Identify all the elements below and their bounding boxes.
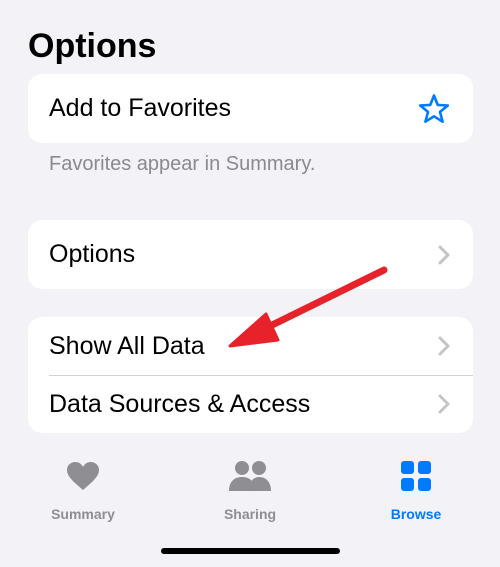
options-card: Options [28,220,473,289]
data-card: Show All Data Data Sources & Access [28,317,473,433]
chevron-right-icon [437,244,451,266]
star-icon[interactable] [417,92,451,126]
add-to-favorites-row[interactable]: Add to Favorites [28,74,473,143]
show-all-data-row[interactable]: Show All Data [28,317,473,375]
home-indicator[interactable] [161,548,340,554]
people-icon [228,450,272,502]
chevron-right-icon [437,335,451,357]
heart-icon [66,450,100,502]
add-to-favorites-label: Add to Favorites [49,94,232,122]
favorites-card: Add to Favorites [28,74,473,143]
tab-browse[interactable]: Browse [356,450,476,522]
section-title: Options [28,27,157,65]
options-label: Options [49,240,136,268]
show-all-data-label: Show All Data [49,331,205,360]
data-sources-access-label: Data Sources & Access [49,389,311,418]
tab-browse-label: Browse [390,506,442,522]
options-row[interactable]: Options [28,220,473,289]
tab-sharing[interactable]: Sharing [190,450,310,522]
grid-icon [400,450,432,502]
tab-summary-label: Summary [51,506,115,522]
chevron-right-icon [437,393,451,415]
favorites-footer-text: Favorites appear in Summary. [49,153,316,175]
data-sources-access-row[interactable]: Data Sources & Access [28,375,473,433]
tab-sharing-label: Sharing [223,506,277,522]
tab-summary[interactable]: Summary [23,450,143,522]
